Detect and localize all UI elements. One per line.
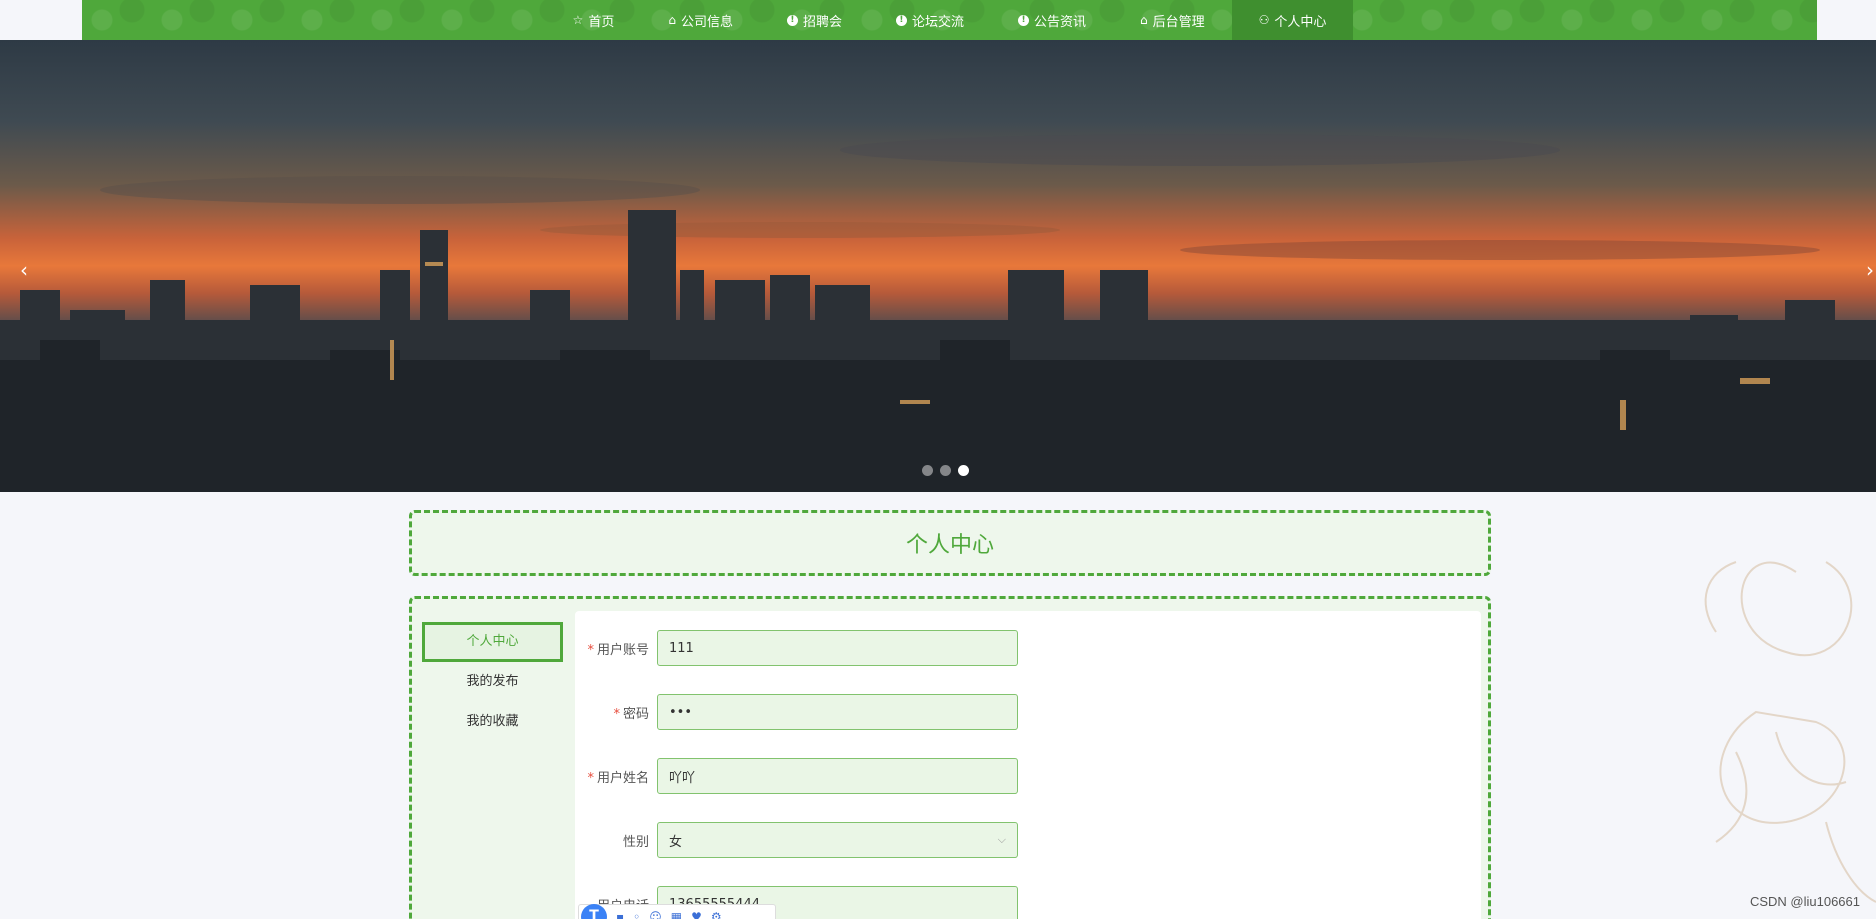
banner-prev-button[interactable]: ‹ — [12, 250, 36, 290]
watermark-text: CSDN @liu106661 — [1749, 894, 1860, 909]
info-icon: ! — [895, 14, 907, 26]
form-row-name: * 用户姓名 吖吖 — [575, 758, 1018, 794]
chinese-mode-icon[interactable]: ▪ — [616, 910, 624, 919]
banner-dot[interactable] — [940, 465, 951, 476]
profile-form: *用户账号 111 *密码 ••• *用户姓名 吖吖 性别 女 ⌵ 用户电话 1… — [575, 611, 1481, 919]
nav-item-label: 后台管理 — [1152, 14, 1205, 30]
banner-dot[interactable] — [922, 465, 933, 476]
settings-icon[interactable]: ⚙ — [711, 910, 722, 919]
star-icon: ☆ — [572, 13, 584, 27]
page-title-box: 个人中心 — [409, 510, 1491, 576]
nav-item-label: 个人中心 — [1274, 14, 1327, 30]
banner-carousel: ‹ › — [0, 40, 1876, 492]
password-input[interactable]: ••• — [657, 694, 1018, 730]
bag-icon: ⌂ — [668, 13, 676, 27]
nav-item-company[interactable]: ⌂ 公司信息 — [641, 0, 760, 40]
nav-item-news[interactable]: ! 公告资讯 — [991, 0, 1113, 40]
page-title: 个人中心 — [905, 533, 994, 558]
side-menu: 个人中心 我的发布 我的收藏 — [422, 622, 563, 742]
city-skyline-image — [0, 134, 1876, 492]
form-row-gender: 性别 女 ⌵ — [575, 822, 1018, 858]
nav-item-label: 论坛交流 — [911, 14, 964, 30]
chevron-down-icon: ⌵ — [997, 833, 1006, 846]
account-input[interactable]: 111 — [657, 630, 1018, 666]
floating-input-toolbar: T ▪ ◦ ☺ ▦ ♥ ⚙ — [578, 904, 776, 919]
gender-label: 性别 — [622, 834, 649, 850]
banner-next-button[interactable]: › — [1858, 250, 1876, 290]
nav-item-admin[interactable]: ⌂ 后台管理 — [1113, 0, 1232, 40]
punctuation-icon[interactable]: ◦ — [633, 910, 640, 919]
skin-icon[interactable]: ♥ — [691, 910, 702, 919]
side-item-my-posts[interactable]: 我的发布 — [422, 662, 563, 702]
info-icon: ! — [786, 14, 798, 26]
required-mark: * — [587, 642, 594, 658]
user-icon: ⚇ — [1258, 13, 1270, 27]
password-label: * 密码 — [613, 706, 649, 722]
banner-dot[interactable] — [958, 465, 969, 476]
name-label: * 用户姓名 — [587, 770, 649, 786]
side-item-my-favorites[interactable]: 我的收藏 — [422, 702, 563, 742]
required-mark: * — [587, 770, 594, 786]
gender-select-value: 女 — [669, 834, 683, 850]
nav-item-job-fair[interactable]: ! 招聘会 — [760, 0, 869, 40]
name-input[interactable]: 吖吖 — [657, 758, 1018, 794]
emoji-icon[interactable]: ☺ — [649, 910, 662, 919]
ime-logo-icon[interactable]: T — [581, 904, 607, 919]
form-row-password: * 密码 ••• — [575, 694, 1018, 730]
nav-item-forum[interactable]: ! 论坛交流 — [869, 0, 991, 40]
decorative-flower-image — [1704, 561, 1876, 903]
form-row-account: * 用户账号 111 — [575, 630, 1018, 666]
gift-icon: ⌂ — [1140, 13, 1148, 27]
nav-item-label: 招聘会 — [802, 14, 842, 30]
nav-item-label: 公告资讯 — [1034, 14, 1087, 30]
banner-indicator — [922, 465, 969, 476]
profile-panel: 个人中心 我的发布 我的收藏 * 用户账号 111 * 密码 ••• * 用户姓名 吖… — [409, 596, 1491, 919]
keyboard-icon[interactable]: ▦ — [671, 910, 682, 919]
info-icon: ! — [1018, 14, 1029, 26]
side-item-profile[interactable]: 个人中心 — [422, 622, 563, 662]
nav-item-label: 公司信息 — [680, 14, 733, 30]
gender-select[interactable]: 女 ⌵ — [657, 822, 1018, 858]
required-mark: * — [613, 706, 620, 722]
nav-item-profile[interactable]: ⚇ 个人中心 — [1231, 0, 1354, 40]
nav-item-label: 首页 — [588, 14, 615, 30]
top-nav: ☆ 首页 ⌂ 公司信息 ! 招聘会 ! 论坛交流 ! 公告资讯 ⌂ 后台管理 ⚇… — [82, 0, 1817, 40]
nav-item-home[interactable]: ☆ 首页 — [546, 0, 642, 40]
account-label: * 用户账号 — [587, 642, 649, 658]
